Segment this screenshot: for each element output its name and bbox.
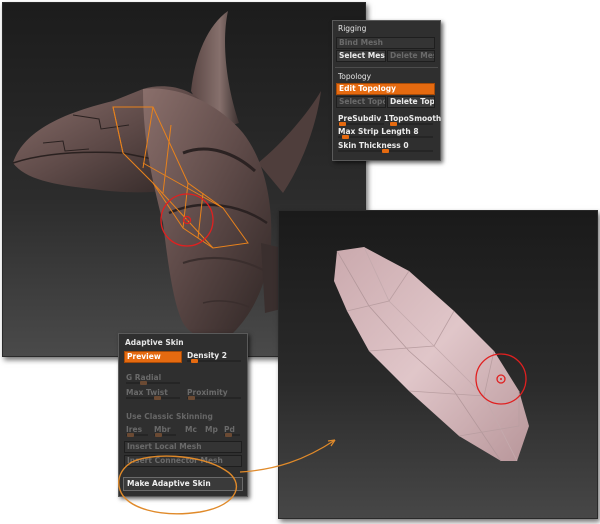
bind-mesh-button[interactable]: Bind Mesh [336,37,435,49]
skin-thickness-label: Skin Thickness 0 [338,141,409,150]
skin-thickness-slider[interactable]: Skin Thickness 0 [336,141,435,153]
rigging-header: Rigging [338,24,367,33]
topology-header: Topology [338,72,372,81]
divider [335,67,438,68]
slider-knob[interactable] [140,381,147,385]
mc-slider[interactable]: Mc [183,425,201,436]
mc-label: Mc [185,425,197,434]
slider-knob[interactable] [382,149,389,153]
slider-knob[interactable] [390,122,397,126]
delete-mesh-button[interactable]: Delete Mesh [387,50,435,62]
slider-knob[interactable] [155,433,162,437]
slider-knob[interactable] [188,396,195,400]
adaptive-skin-panel: Adaptive Skin Preview Density 2 G Radial… [118,333,248,497]
mbr-slider[interactable]: Mbr [152,425,178,437]
slider-knob[interactable] [191,359,198,363]
max-strip-length-label: Max Strip Length 8 [338,127,419,136]
slider-knob[interactable] [154,396,161,400]
edit-topology-button[interactable]: Edit Topology [336,83,435,95]
select-mesh-button[interactable]: Select Mesh [336,50,386,62]
proximity-slider[interactable]: Proximity [185,388,243,400]
slider-knob[interactable] [342,135,349,139]
slider-knob[interactable] [225,433,232,437]
density-slider[interactable]: Density 2 [185,351,243,363]
ires-slider[interactable]: Ires [124,425,150,437]
mp-slider[interactable]: Mp [203,425,221,436]
max-twist-slider[interactable]: Max Twist [124,388,182,400]
delete-topo-button[interactable]: Delete Topo [387,96,435,108]
insert-connector-mesh-button[interactable]: Insert Connector Mesh [124,455,242,467]
panel-title: Adaptive Skin [125,338,184,347]
topology-panel: Rigging Bind Mesh Select Mesh Delete Mes… [332,20,441,161]
horn-right [258,91,321,193]
slider-knob[interactable] [339,122,346,126]
slider-knob[interactable] [127,433,134,437]
g-radial-slider[interactable]: G Radial [124,373,182,385]
insert-local-mesh-button[interactable]: Insert Local Mesh [124,441,242,453]
toposmooth-slider[interactable]: TopoSmooth [387,114,441,126]
pd-slider[interactable]: Pd [222,425,242,437]
max-strip-length-slider[interactable]: Max Strip Length 8 [336,127,435,139]
select-topo-button[interactable]: Select Topo [336,96,386,108]
presubdiv-slider[interactable]: PreSubdiv 1 [336,114,389,126]
mp-label: Mp [205,425,218,434]
max-twist-label: Max Twist [126,388,168,397]
make-adaptive-skin-button[interactable]: Make Adaptive Skin [123,477,243,491]
use-classic-skinning-label[interactable]: Use Classic Skinning [126,412,213,421]
preview-button[interactable]: Preview [124,351,182,363]
skin-preview-scene [334,246,529,462]
right-viewport[interactable] [278,210,598,519]
